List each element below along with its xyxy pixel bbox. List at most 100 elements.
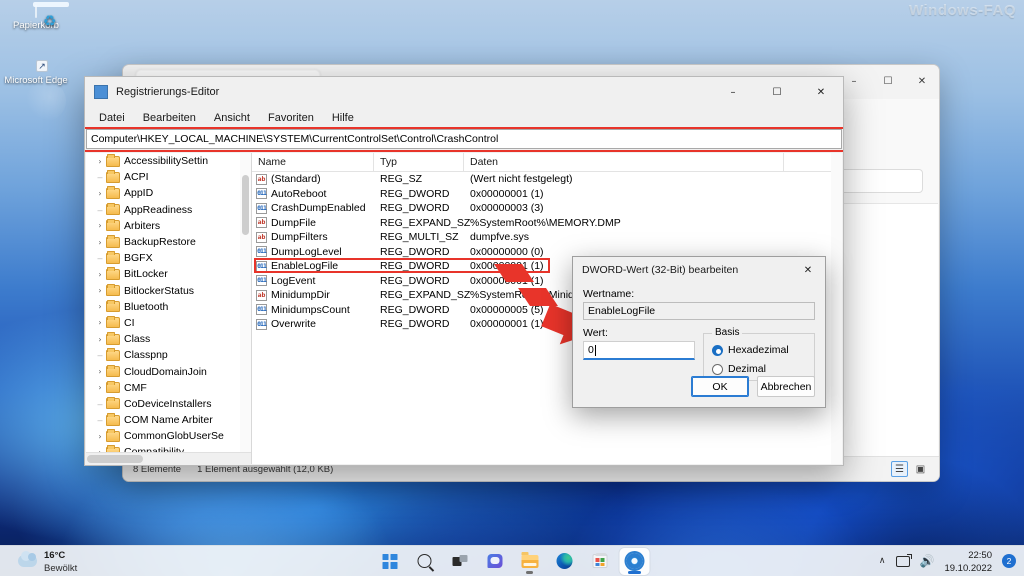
volume-icon[interactable]: 🔊: [920, 554, 935, 568]
radio-hexadezimal[interactable]: Hexadezimal: [712, 344, 789, 356]
menu-item-ansicht[interactable]: Ansicht: [206, 110, 258, 126]
tree-item-arbiters[interactable]: ›Arbiters: [86, 218, 251, 234]
taskbar-clock[interactable]: 22:50 19.10.2022: [944, 548, 992, 574]
chevron-right-icon[interactable]: ›: [94, 318, 106, 327]
chat-button[interactable]: [480, 548, 510, 575]
wertname-input[interactable]: EnableLogFile: [583, 302, 815, 320]
tree-item-label: BitlockerStatus: [124, 285, 194, 297]
chevron-right-icon[interactable]: ›: [94, 270, 106, 279]
taskbar-buttons: [375, 548, 650, 575]
column-header-daten[interactable]: Daten: [464, 153, 784, 171]
tree-item-bgfx[interactable]: –BGFX: [86, 250, 251, 266]
scrollbar-thumb[interactable]: [87, 455, 143, 463]
edge-button[interactable]: [550, 548, 580, 575]
table-row[interactable]: 011CrashDumpEnabledREG_DWORD0x00000003 (…: [252, 201, 842, 216]
radio-dezimal[interactable]: Dezimal: [712, 363, 766, 375]
tree-item-commonglobuserse[interactable]: ›CommonGlobUserSe: [86, 428, 251, 444]
registry-tree-pane[interactable]: ›AccessibilitySettin–ACPI›AppID–AppReadi…: [86, 153, 252, 464]
wert-input[interactable]: 0: [583, 341, 695, 360]
notification-badge[interactable]: 2: [1002, 554, 1016, 568]
column-header-name[interactable]: Name: [252, 153, 374, 171]
tree-item-ci[interactable]: ›CI: [86, 315, 251, 331]
tree-item-bitlockerstatus[interactable]: › BitlockerStatus: [86, 283, 251, 299]
table-row[interactable]: 011AutoRebootREG_DWORD0x00000001 (1): [252, 187, 842, 202]
radio-icon[interactable]: [712, 364, 723, 375]
tree-item-compatibility[interactable]: ›Compatibility: [86, 444, 251, 452]
menu-item-datei[interactable]: Datei: [91, 110, 133, 126]
weather-temperature: 16°C: [44, 550, 65, 561]
wertname-label: Wertname:: [583, 288, 634, 300]
registry-path-input[interactable]: Computer\HKEY_LOCAL_MACHINE\SYSTEM\Curre…: [86, 129, 842, 149]
task-view-button[interactable]: [445, 548, 475, 575]
search-button[interactable]: [410, 548, 440, 575]
chevron-right-icon[interactable]: ›: [94, 335, 106, 344]
tree-item-acpi[interactable]: –ACPI: [86, 169, 251, 185]
dword-edit-dialog[interactable]: DWORD-Wert (32-Bit) bearbeiten ✕ Wertnam…: [572, 256, 826, 408]
dialog-close-button[interactable]: ✕: [791, 257, 825, 283]
chevron-right-icon[interactable]: ›: [94, 367, 106, 376]
desktop-icon-recycle-bin[interactable]: ♻ Papierkorb: [4, 6, 68, 31]
close-button[interactable]: ✕: [905, 65, 939, 97]
chevron-right-icon[interactable]: ›: [94, 238, 106, 247]
tree-item-class[interactable]: › Class: [86, 331, 251, 347]
taskbar[interactable]: 16°C Bewölkt: [0, 545, 1024, 576]
desktop[interactable]: Windows-FAQ ♻ Papierkorb ↗ Microsoft Edg…: [0, 0, 1024, 576]
menu-item-hilfe[interactable]: Hilfe: [324, 110, 362, 126]
tree-item-label: Class: [124, 333, 150, 345]
tree-item-backuprestore[interactable]: ›BackupRestore: [86, 234, 251, 250]
microsoft-store-button[interactable]: [585, 548, 615, 575]
chevron-right-icon[interactable]: ›: [94, 189, 106, 198]
column-header-typ[interactable]: Typ: [374, 153, 464, 171]
folder-icon: [106, 350, 120, 361]
folder-icon: [521, 555, 538, 568]
maximize-button[interactable]: ☐: [755, 77, 799, 107]
close-button[interactable]: ✕: [799, 77, 843, 107]
chevron-right-icon[interactable]: ›: [94, 157, 106, 166]
radio-icon[interactable]: [712, 345, 723, 356]
details-view-icon[interactable]: ☰: [891, 461, 908, 477]
regedit-titlebar[interactable]: Registrierungs-Editor – ☐ ✕: [85, 77, 843, 107]
chevron-up-icon[interactable]: ∧: [879, 556, 886, 566]
tree-item-appid[interactable]: ›AppID: [86, 185, 251, 201]
tree-item-accessibilitysettin[interactable]: ›AccessibilitySettin: [86, 153, 251, 169]
tree-item-appreadiness[interactable]: –AppReadiness: [86, 202, 251, 218]
tree-item-cmf[interactable]: ›CMF: [86, 380, 251, 396]
table-row[interactable]: ab(Standard)REG_SZ(Wert nicht festgelegt…: [252, 172, 842, 187]
taskbar-weather-widget[interactable]: 16°C Bewölkt: [18, 548, 77, 574]
task-view-icon: [452, 555, 467, 568]
preview-pane-icon[interactable]: ▣: [912, 461, 929, 477]
ok-button[interactable]: OK: [691, 376, 749, 397]
minimize-button[interactable]: –: [711, 77, 755, 107]
start-button[interactable]: [375, 548, 405, 575]
tree-item-codeviceinstallers[interactable]: –CoDeviceInstallers: [86, 396, 251, 412]
tree-item-bitlocker[interactable]: ›BitLocker: [86, 266, 251, 282]
chevron-right-icon[interactable]: ›: [94, 221, 106, 230]
chevron-right-icon[interactable]: ›: [94, 286, 106, 295]
folder-icon: [106, 220, 120, 231]
tree-item-bluetooth[interactable]: ›Bluetooth: [86, 299, 251, 315]
chevron-right-icon[interactable]: ›: [94, 432, 106, 441]
maximize-button[interactable]: ☐: [871, 65, 905, 97]
cancel-button[interactable]: Abbrechen: [757, 376, 815, 397]
regedit-window-title: Registrierungs-Editor: [116, 86, 219, 98]
table-row[interactable]: abDumpFiltersREG_MULTI_SZdumpfve.sys: [252, 230, 842, 245]
tree-horizontal-scrollbar[interactable]: [86, 452, 251, 464]
value-name: MinidumpsCount: [271, 304, 350, 316]
table-row[interactable]: abDumpFileREG_EXPAND_SZ%SystemRoot%\MEMO…: [252, 216, 842, 231]
chevron-right-icon[interactable]: ›: [94, 302, 106, 311]
tree-vertical-scrollbar[interactable]: [240, 153, 251, 452]
scrollbar-thumb[interactable]: [242, 175, 249, 235]
network-icon[interactable]: [896, 556, 910, 567]
dialog-titlebar[interactable]: DWORD-Wert (32-Bit) bearbeiten ✕: [573, 257, 825, 283]
values-vertical-scrollbar[interactable]: [831, 153, 842, 464]
tree-item-classpnp[interactable]: –Classpnp: [86, 347, 251, 363]
desktop-icon-microsoft-edge[interactable]: ↗ Microsoft Edge: [4, 72, 68, 86]
menu-item-favoriten[interactable]: Favoriten: [260, 110, 322, 126]
file-explorer-button[interactable]: [515, 548, 545, 575]
settings-button[interactable]: [620, 548, 650, 575]
menu-item-bearbeiten[interactable]: Bearbeiten: [135, 110, 204, 126]
folder-icon: [106, 382, 120, 393]
tree-item-com-name-arbiter[interactable]: –COM Name Arbiter: [86, 412, 251, 428]
tree-item-clouddomainjoin[interactable]: ›CloudDomainJoin: [86, 363, 251, 379]
chevron-right-icon[interactable]: ›: [94, 383, 106, 392]
